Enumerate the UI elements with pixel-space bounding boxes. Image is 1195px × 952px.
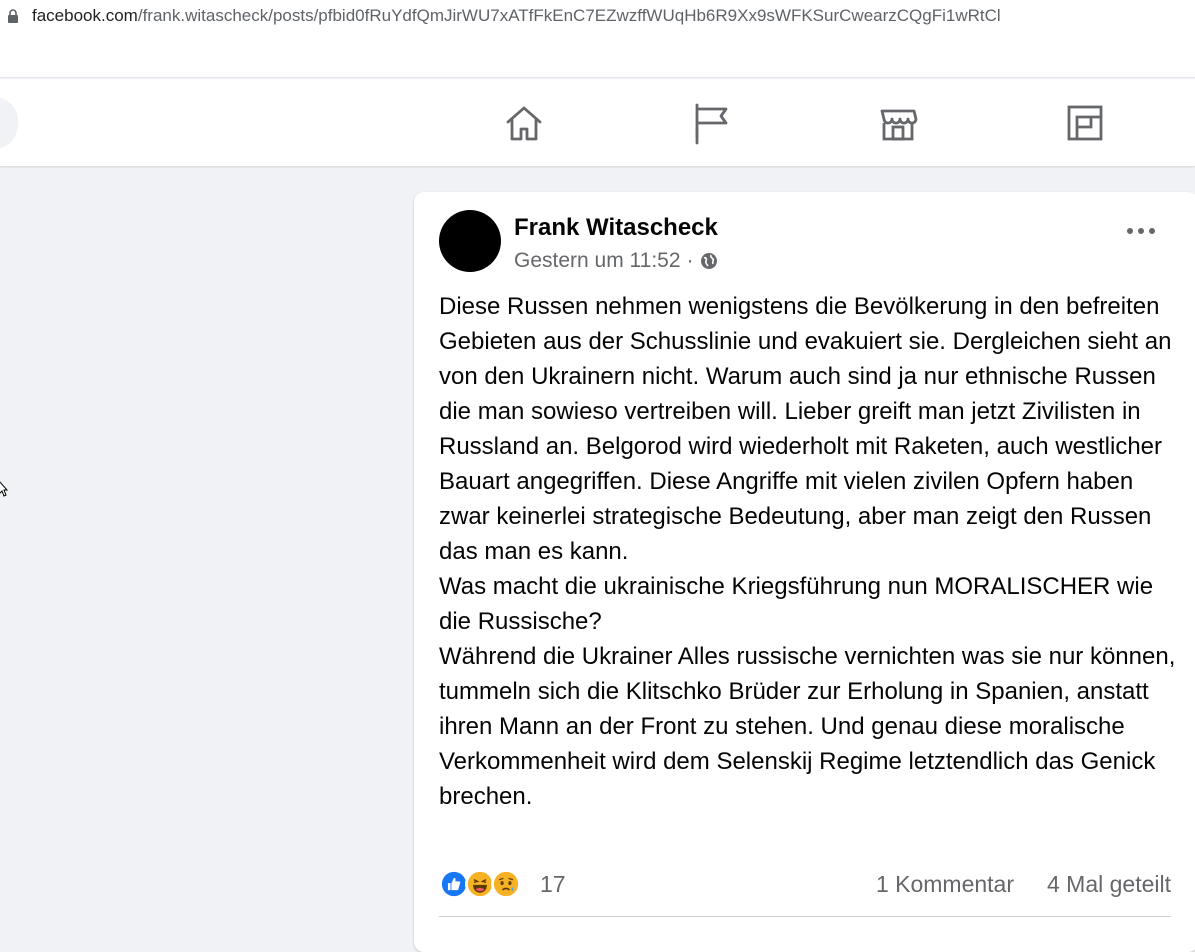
reaction-count[interactable]: 17 <box>540 871 566 898</box>
url-domain: facebook.com <box>32 6 138 25</box>
post-text: Diese Russen nehmen wenigstens die Bevöl… <box>439 289 1179 814</box>
search-button[interactable] <box>0 97 18 149</box>
bookmarks-bar <box>0 34 1195 78</box>
post-footer: 17 1 Kommentar 4 Mal geteilt <box>439 868 1171 904</box>
url-path: /frank.witascheck/posts/pfbid0fRuYdfQmJi… <box>137 6 1001 25</box>
marketplace-icon[interactable] <box>876 101 920 145</box>
post-card: Frank Witascheck Gestern um 11:52 · Dies… <box>414 192 1195 952</box>
comment-count-link[interactable]: 1 Kommentar <box>876 871 1014 898</box>
facebook-top-nav <box>0 79 1195 166</box>
globe-icon <box>700 253 717 269</box>
post-meta: Gestern um 11:52 · <box>514 249 718 273</box>
reaction-icons[interactable] <box>439 868 521 900</box>
browser-address-bar[interactable]: facebook.com/frank.witascheck/posts/pfbi… <box>0 0 1195 34</box>
home-icon[interactable] <box>502 101 546 145</box>
post-paragraph: Was macht die ukrainische Kriegsführung … <box>439 573 1154 635</box>
mouse-cursor-icon <box>0 481 8 497</box>
share-count-link[interactable]: 4 Mal geteilt <box>1047 871 1171 898</box>
more-options-icon[interactable] <box>1126 224 1156 238</box>
footer-divider <box>439 916 1171 917</box>
meta-separator: · <box>686 249 694 272</box>
sad-reaction-icon <box>491 869 521 899</box>
pages-flag-icon[interactable] <box>690 101 734 145</box>
url-text[interactable]: facebook.com/frank.witascheck/posts/pfbi… <box>32 6 1001 26</box>
post-paragraph: Diese Russen nehmen wenigstens die Bevöl… <box>439 293 1172 565</box>
post-author[interactable]: Frank Witascheck <box>514 214 718 242</box>
lock-icon <box>8 9 18 23</box>
post-timestamp[interactable]: Gestern um 11:52 <box>514 249 681 273</box>
gaming-icon[interactable] <box>1063 101 1107 145</box>
post-paragraph: Während die Ukrainer Alles russische ver… <box>439 643 1176 810</box>
avatar[interactable] <box>439 210 501 272</box>
